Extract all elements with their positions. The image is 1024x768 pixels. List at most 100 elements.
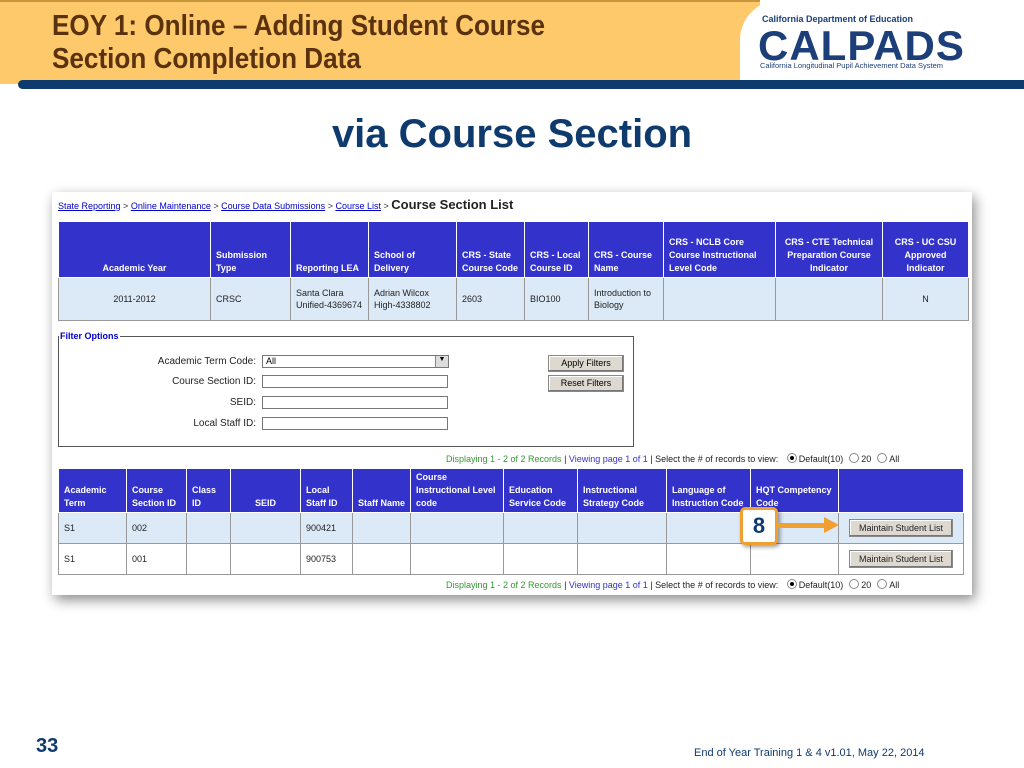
- radio-default[interactable]: [786, 579, 797, 589]
- arrow-icon: [778, 523, 826, 528]
- cell: 2011-2012: [58, 277, 211, 321]
- table-row: S1 001 900753 Maintain Student List: [58, 543, 964, 575]
- col-header: Language of Instruction Code: [666, 468, 751, 513]
- col-header: Course Instructional Level code: [410, 468, 504, 513]
- cell: [750, 543, 839, 575]
- cell: [577, 512, 667, 544]
- course-table-header: Academic Year Submission Type Reporting …: [58, 221, 969, 278]
- radio-label: 20: [861, 454, 872, 464]
- local-staff-id-label: Local Staff ID:: [193, 418, 256, 429]
- col-header: Academic Term: [58, 468, 127, 513]
- title-line-2: Section Completion Data: [52, 43, 361, 75]
- cell: [666, 512, 751, 544]
- cell: [663, 277, 776, 321]
- course-section-header: Academic Term Course Section ID Class ID…: [58, 468, 964, 513]
- academic-term-label: Academic Term Code:: [157, 356, 256, 367]
- crumb-course-data-submissions[interactable]: Course Data Submissions: [221, 201, 325, 211]
- cell: [230, 543, 301, 575]
- record-count: Displaying 1 - 2 of 2 Records: [446, 580, 562, 590]
- cell: [230, 512, 301, 544]
- slide-title: EOY 1: Online – Adding Student Course Sec…: [52, 10, 545, 76]
- seid-label: SEID:: [229, 397, 256, 408]
- cell: 001: [126, 543, 187, 575]
- radio-20[interactable]: [849, 579, 860, 589]
- chevron-down-icon[interactable]: ▼: [435, 356, 448, 367]
- col-header: CRS - State Course Code: [456, 221, 525, 278]
- cell: Introduction to Biology: [588, 277, 664, 321]
- radio-label: All: [889, 454, 900, 464]
- col-header: Staff Name: [352, 468, 411, 513]
- cell: [503, 512, 578, 544]
- cell: 900753: [300, 543, 353, 575]
- maintain-student-list-button[interactable]: Maintain Student List: [848, 550, 954, 568]
- records-label: | Select the # of records to view:: [650, 454, 779, 464]
- col-header: Local Staff ID: [300, 468, 353, 513]
- cell: [666, 543, 751, 575]
- page-title: Course Section List: [391, 197, 514, 212]
- apply-filters-button[interactable]: Apply Filters: [548, 355, 624, 372]
- paging-top: Displaying 1 - 2 of 2 Records | Viewing …: [446, 453, 899, 464]
- crumb-state-reporting[interactable]: State Reporting: [58, 201, 121, 211]
- local-staff-id-input[interactable]: [262, 417, 448, 430]
- col-header: CRS - Local Course ID: [524, 221, 589, 278]
- radio-all[interactable]: [877, 453, 888, 463]
- header-divider: [18, 80, 1024, 89]
- sep: |: [561, 454, 569, 464]
- cell: [352, 543, 411, 575]
- col-header: HQT Competency Code: [750, 468, 839, 513]
- col-header: Education Service Code: [503, 468, 578, 513]
- col-header: [838, 468, 964, 513]
- title-line-1: EOY 1: Online – Adding Student Course: [52, 10, 546, 42]
- seid-input[interactable]: [262, 396, 448, 409]
- cell: Maintain Student List: [838, 512, 964, 544]
- footer-text: End of Year Training 1 & 4 v1.01, May 22…: [694, 747, 925, 759]
- maintain-student-list-button[interactable]: Maintain Student List: [848, 519, 954, 537]
- radio-20[interactable]: [849, 453, 860, 463]
- cell: [577, 543, 667, 575]
- col-header: SEID: [230, 468, 301, 513]
- cell: S1: [58, 512, 127, 544]
- select-value: All: [266, 356, 277, 366]
- page-number: 33: [36, 735, 59, 757]
- table-row: 2011-2012 CRSC Santa Clara Unified-43696…: [58, 277, 969, 321]
- col-header: Course Section ID: [126, 468, 187, 513]
- col-header: Reporting LEA: [290, 221, 369, 278]
- course-table: Academic Year Submission Type Reporting …: [58, 221, 969, 321]
- crumb-online-maintenance[interactable]: Online Maintenance: [131, 201, 211, 211]
- course-section-id-input[interactable]: [262, 375, 448, 388]
- col-header: CRS - NCLB Core Course Instructional Lev…: [663, 221, 776, 278]
- cell: 900421: [300, 512, 353, 544]
- radio-label: Default(10): [798, 580, 844, 590]
- cell: [503, 543, 578, 575]
- record-count: Displaying 1 - 2 of 2 Records: [446, 454, 562, 464]
- slide-subtitle: via Course Section: [331, 112, 693, 156]
- breadcrumb: State Reporting > Online Maintenance > C…: [58, 197, 514, 212]
- slide-header: EOY 1: Online – Adding Student Course Sec…: [0, 0, 760, 84]
- paging-bottom: Displaying 1 - 2 of 2 Records | Viewing …: [446, 579, 899, 590]
- page-info: Viewing page 1 of 1: [568, 454, 648, 464]
- cell: [775, 277, 883, 321]
- radio-default[interactable]: [786, 453, 797, 463]
- academic-term-select[interactable]: All ▼: [262, 355, 449, 368]
- calpads-logo: California Department of Education CALPA…: [740, 0, 1024, 82]
- cell: [352, 512, 411, 544]
- cell: S1: [58, 543, 127, 575]
- radio-all[interactable]: [877, 579, 888, 589]
- cell: 2603: [456, 277, 525, 321]
- cell: 002: [126, 512, 187, 544]
- records-label: | Select the # of records to view:: [650, 580, 779, 590]
- col-header: CRS - Course Name: [588, 221, 664, 278]
- cell: CRSC: [210, 277, 291, 321]
- col-header: Academic Year: [58, 221, 211, 278]
- step-callout: 8: [740, 507, 778, 545]
- reset-filters-button[interactable]: Reset Filters: [548, 375, 624, 392]
- col-header: Submission Type: [210, 221, 291, 278]
- cell: N: [882, 277, 969, 321]
- cell: Maintain Student List: [838, 543, 964, 575]
- cell: Santa Clara Unified-4369674: [290, 277, 369, 321]
- col-header: Instructional Strategy Code: [577, 468, 667, 513]
- crumb-course-list[interactable]: Course List: [335, 201, 381, 211]
- radio-label: All: [889, 580, 900, 590]
- radio-label: 20: [861, 580, 872, 590]
- col-header: Class ID: [186, 468, 231, 513]
